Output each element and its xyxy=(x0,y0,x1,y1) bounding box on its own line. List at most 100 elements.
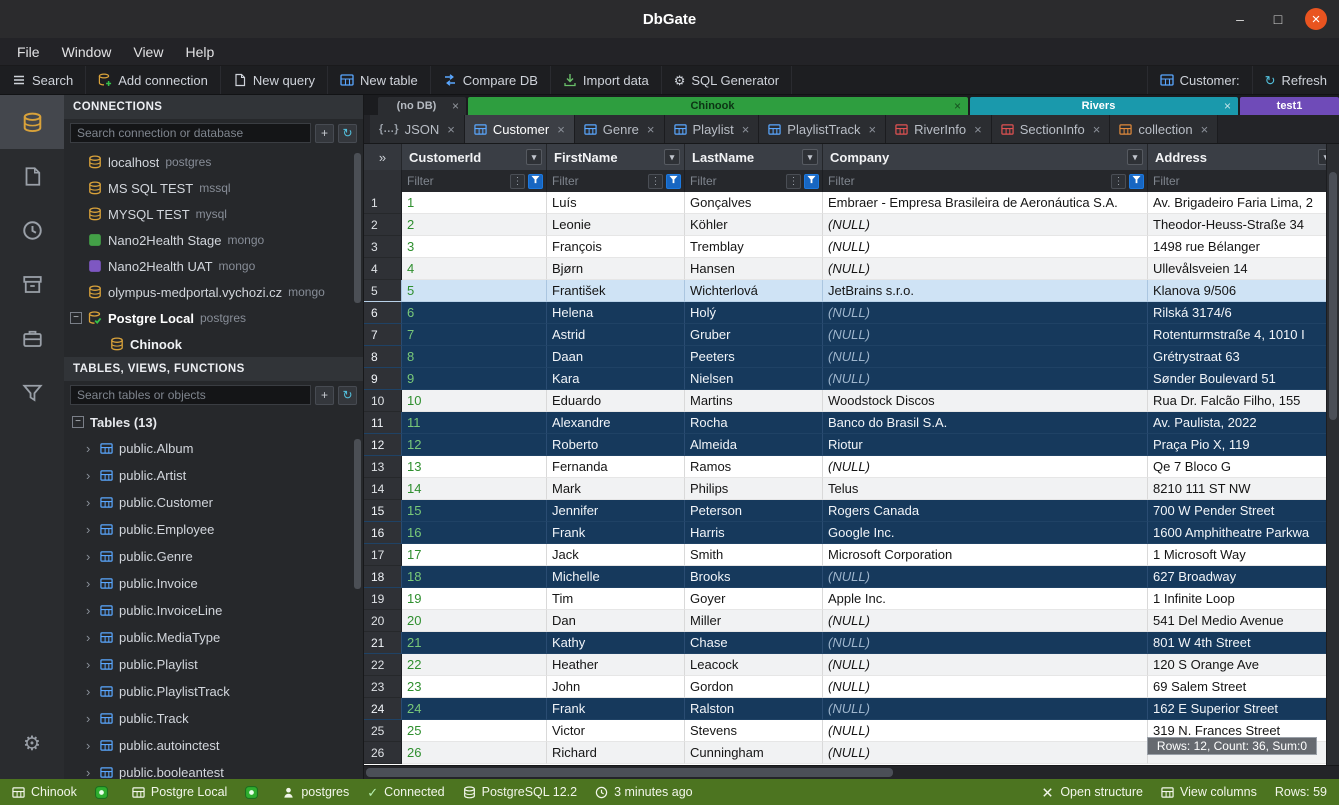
grid-cell[interactable]: JetBrains s.r.o. xyxy=(823,280,1148,302)
chevron-right-icon[interactable]: › xyxy=(86,738,94,753)
tab-group[interactable]: Rivers × xyxy=(970,97,1238,115)
table-row[interactable]: 2 2 Leonie Köhler (NULL) Theodor-Heuss-S… xyxy=(364,214,1339,236)
connection-item[interactable]: − MYSQL TEST mysql xyxy=(64,201,363,227)
grid-cell[interactable]: Köhler xyxy=(685,214,823,236)
grid-cell[interactable]: Sønder Boulevard 51 xyxy=(1148,368,1339,390)
table-row[interactable]: 6 6 Helena Holý (NULL) Rilská 3174/6 xyxy=(364,302,1339,324)
connection-item[interactable]: − Chinook xyxy=(64,331,363,357)
row-number[interactable]: 25 xyxy=(364,720,402,742)
grid-cell[interactable]: (NULL) xyxy=(823,456,1148,478)
grid-cell[interactable]: (NULL) xyxy=(823,258,1148,280)
grid-cell[interactable]: Richard xyxy=(547,742,685,764)
filter-funnel-button[interactable] xyxy=(666,174,681,189)
filter-menu-button[interactable]: ⋮ xyxy=(786,174,801,189)
grid-cell[interactable]: (NULL) xyxy=(823,610,1148,632)
table-row[interactable]: 13 13 Fernanda Ramos (NULL) Qe 7 Bloco G xyxy=(364,456,1339,478)
column-header[interactable]: Address ▾ xyxy=(1148,144,1339,170)
grid-cell[interactable]: 9 xyxy=(402,368,547,390)
grid-cell[interactable]: Rocha xyxy=(685,412,823,434)
filter-input[interactable] xyxy=(405,173,507,189)
filter-funnel-button[interactable] xyxy=(1129,174,1144,189)
grid-cell[interactable]: Stevens xyxy=(685,720,823,742)
table-row[interactable]: 7 7 Astrid Gruber (NULL) Rotenturmstraße… xyxy=(364,324,1339,346)
tab[interactable]: Customer × xyxy=(465,115,575,143)
grid-cell[interactable]: 18 xyxy=(402,566,547,588)
grid-cell[interactable]: (NULL) xyxy=(823,236,1148,258)
row-number[interactable]: 16 xyxy=(364,522,402,544)
connections-scrollbar[interactable] xyxy=(354,153,361,303)
grid-cell[interactable]: 627 Broadway xyxy=(1148,566,1339,588)
grid-cell[interactable]: (NULL) xyxy=(823,720,1148,742)
row-number[interactable]: 8 xyxy=(364,346,402,368)
grid-cell[interactable]: Frank xyxy=(547,698,685,720)
grid-cell[interactable]: Luís xyxy=(547,192,685,214)
tab[interactable]: Playlist × xyxy=(665,115,760,143)
grid-cell[interactable]: Mark xyxy=(547,478,685,500)
grid-cell[interactable]: Jack xyxy=(547,544,685,566)
grid-cell[interactable]: (NULL) xyxy=(823,324,1148,346)
menu-item[interactable]: Window xyxy=(51,38,123,65)
row-number[interactable]: 4 xyxy=(364,258,402,280)
grid-cell[interactable]: 22 xyxy=(402,654,547,676)
grid-cell[interactable]: 1498 rue Bélanger xyxy=(1148,236,1339,258)
chevron-down-icon[interactable]: ▾ xyxy=(664,149,680,165)
grid-cell[interactable]: Telus xyxy=(823,478,1148,500)
grid-cell[interactable]: Helena xyxy=(547,302,685,324)
close-icon[interactable]: × xyxy=(974,122,982,137)
connection-item[interactable]: − olympus-medportal.vychozi.cz mongo xyxy=(64,279,363,305)
tab[interactable]: RiverInfo × xyxy=(886,115,992,143)
chevron-right-icon[interactable]: › xyxy=(86,684,94,699)
collapse-icon[interactable]: − xyxy=(70,312,82,324)
table-list-item[interactable]: › public.Album xyxy=(64,435,363,462)
grid-cell[interactable]: 1 xyxy=(402,192,547,214)
table-row[interactable]: 24 24 Frank Ralston (NULL) 162 E Superio… xyxy=(364,698,1339,720)
grid-cell[interactable]: Ralston xyxy=(685,698,823,720)
grid-cell[interactable]: (NULL) xyxy=(823,654,1148,676)
grid-cell[interactable]: Woodstock Discos xyxy=(823,390,1148,412)
chevron-right-icon[interactable]: › xyxy=(86,468,94,483)
rail-button[interactable] xyxy=(0,365,64,419)
grid-cell[interactable]: Kara xyxy=(547,368,685,390)
grid-cell[interactable]: 26 xyxy=(402,742,547,764)
column-header[interactable]: Company ▾ xyxy=(823,144,1148,170)
row-number[interactable]: 23 xyxy=(364,676,402,698)
maximize-button[interactable]: □ xyxy=(1267,8,1289,30)
grid-cell[interactable]: 15 xyxy=(402,500,547,522)
row-number[interactable]: 11 xyxy=(364,412,402,434)
grid-cell[interactable]: Rilská 3174/6 xyxy=(1148,302,1339,324)
row-number[interactable]: 15 xyxy=(364,500,402,522)
table-list-item[interactable]: › public.Customer xyxy=(64,489,363,516)
grid-cell[interactable]: Av. Brigadeiro Faria Lima, 2 xyxy=(1148,192,1339,214)
grid-cell[interactable]: Dan xyxy=(547,610,685,632)
tables-search-input[interactable] xyxy=(70,385,311,405)
table-row[interactable]: 17 17 Jack Smith Microsoft Corporation 1… xyxy=(364,544,1339,566)
row-number[interactable]: 10 xyxy=(364,390,402,412)
grid-cell[interactable]: Almeida xyxy=(685,434,823,456)
add-table-small-button[interactable]: + xyxy=(315,386,334,405)
table-row[interactable]: 22 22 Heather Leacock (NULL) 120 S Orang… xyxy=(364,654,1339,676)
grid-cell[interactable]: Leonie xyxy=(547,214,685,236)
close-icon[interactable]: × xyxy=(1224,100,1231,112)
grid-cell[interactable]: John xyxy=(547,676,685,698)
chevron-right-icon[interactable]: › xyxy=(86,441,94,456)
grid-cell[interactable]: 25 xyxy=(402,720,547,742)
grid-cell[interactable]: Leacock xyxy=(685,654,823,676)
grid-cell[interactable]: Nielsen xyxy=(685,368,823,390)
status-item[interactable]: View columns xyxy=(1161,785,1257,799)
row-number[interactable]: 7 xyxy=(364,324,402,346)
grid-cell[interactable]: (NULL) xyxy=(823,676,1148,698)
table-row[interactable]: 23 23 John Gordon (NULL) 69 Salem Street xyxy=(364,676,1339,698)
grid-cell[interactable]: 12 xyxy=(402,434,547,456)
grid-cell[interactable]: 21 xyxy=(402,632,547,654)
grid-cell[interactable]: Holý xyxy=(685,302,823,324)
grid-cell[interactable]: Kathy xyxy=(547,632,685,654)
chevron-right-icon[interactable]: › xyxy=(86,765,94,779)
grid-cell[interactable]: Daan xyxy=(547,346,685,368)
table-list-item[interactable]: › public.autoinctest xyxy=(64,732,363,759)
column-header[interactable]: CustomerId ▾ xyxy=(402,144,547,170)
toolbar-button[interactable]: New table xyxy=(328,66,431,94)
filter-input[interactable] xyxy=(826,173,1108,189)
grid-cell[interactable]: 120 S Orange Ave xyxy=(1148,654,1339,676)
table-row[interactable]: 20 20 Dan Miller (NULL) 541 Del Medio Av… xyxy=(364,610,1339,632)
grid-cell[interactable]: 23 xyxy=(402,676,547,698)
